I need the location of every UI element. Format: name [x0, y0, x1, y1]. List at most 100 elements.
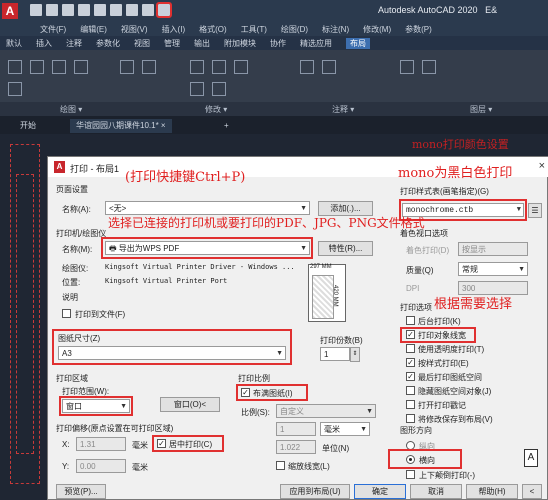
menu-item[interactable]: 标注(N) — [322, 24, 349, 35]
line-icon[interactable] — [8, 60, 22, 74]
dimension-icon[interactable] — [322, 60, 336, 74]
landscape-radio[interactable] — [406, 455, 415, 464]
plot-offset-heading: 打印偏移(原点设置在可打印区域) — [56, 424, 174, 433]
fit-paper-checkbox[interactable]: ✓ — [241, 388, 250, 397]
panel-draw[interactable]: 绘图 ▾ — [60, 104, 82, 115]
add-tab-icon[interactable]: + — [218, 119, 235, 133]
plot-option-checkbox[interactable] — [406, 344, 415, 353]
menu-item[interactable]: 格式(O) — [199, 24, 227, 35]
redo-icon[interactable] — [142, 4, 154, 16]
scale-unit-select[interactable]: 毫米 ▼ — [320, 422, 370, 436]
tab-start[interactable]: 开始 — [14, 119, 42, 133]
help-button[interactable]: 帮助(H) — [466, 484, 518, 499]
annotation-mono: mono为黑白色打印 — [398, 166, 513, 181]
center-plot-checkbox[interactable]: ✓ — [157, 439, 166, 448]
trim-icon[interactable] — [234, 60, 248, 74]
scale-mm-input[interactable]: 1 — [276, 422, 316, 436]
plot-area-heading: 打印区域 — [56, 374, 88, 383]
menu-item[interactable]: 修改(M) — [363, 24, 391, 35]
copy-icon[interactable] — [190, 82, 204, 96]
page-setup-select[interactable]: <无> ▼ — [105, 201, 310, 215]
edit-plot-style-button[interactable]: ☰ — [528, 203, 542, 218]
open-icon[interactable] — [46, 4, 58, 16]
hatch-icon[interactable] — [142, 60, 156, 74]
paper-size-select[interactable]: A3 ▼ — [58, 346, 286, 360]
ribbon-tab[interactable]: 管理 — [164, 38, 180, 49]
autocad-logo[interactable]: A — [2, 3, 18, 19]
dialog-title: 打印 - 布局1 — [70, 164, 120, 174]
print-icon[interactable] — [156, 2, 172, 18]
close-tab-icon[interactable]: × — [161, 121, 166, 130]
cloud-icon[interactable] — [110, 4, 122, 16]
paper-preview — [308, 264, 346, 322]
ribbon-tab[interactable]: 精选应用 — [300, 38, 332, 49]
scale-units-label: 单位(N) — [322, 444, 350, 453]
plot-option-checkbox[interactable]: ✓ — [406, 372, 415, 381]
offset-x-input[interactable]: 1.31 — [76, 437, 126, 451]
ribbon-tab[interactable]: 插入 — [36, 38, 52, 49]
polyline-icon[interactable] — [30, 60, 44, 74]
menu-item[interactable]: 编辑(E) — [80, 24, 107, 35]
web-icon[interactable] — [94, 4, 106, 16]
plot-option-checkbox[interactable] — [406, 386, 415, 395]
quality-label: 质量(Q) — [406, 266, 434, 275]
copies-input[interactable]: 1 — [320, 347, 350, 361]
rect-icon[interactable] — [120, 60, 134, 74]
close-icon[interactable]: × — [539, 160, 545, 172]
layer-icon[interactable] — [400, 60, 414, 74]
arc-icon[interactable] — [74, 60, 88, 74]
ribbon-tab[interactable]: 注释 — [66, 38, 82, 49]
plot-option-checkbox[interactable] — [406, 316, 415, 325]
offset-y-input[interactable]: 0.00 — [76, 459, 126, 473]
ribbon-tab[interactable]: 附加模块 — [224, 38, 256, 49]
save-icon[interactable] — [62, 4, 74, 16]
menu-item[interactable]: 参数(P) — [405, 24, 432, 35]
panel-layers[interactable]: 图层 ▾ — [470, 104, 492, 115]
ellipse-icon[interactable] — [8, 82, 22, 96]
new-icon[interactable] — [30, 4, 42, 16]
saveas-icon[interactable] — [78, 4, 90, 16]
mirror-icon[interactable] — [212, 82, 226, 96]
scale-label: 比例(S): — [241, 408, 270, 417]
ribbon-tab[interactable]: 参数化 — [96, 38, 120, 49]
apply-layout-button[interactable]: 应用到布局(U) — [280, 484, 350, 499]
menu-item[interactable]: 视图(V) — [121, 24, 148, 35]
rotate-icon[interactable] — [212, 60, 226, 74]
undo-icon[interactable] — [126, 4, 138, 16]
layer-props-icon[interactable] — [422, 60, 436, 74]
shade-plot-select[interactable]: 按显示 — [458, 242, 528, 256]
scale-lineweights-checkbox[interactable] — [276, 461, 285, 470]
tab-drawing[interactable]: 华谊园园八期课件10.1* × — [70, 119, 172, 133]
ribbon-tab[interactable]: 输出 — [194, 38, 210, 49]
circle-icon[interactable] — [52, 60, 66, 74]
properties-button[interactable]: 特性(R)... — [318, 241, 373, 256]
scale-select[interactable]: 自定义 ▼ — [276, 404, 376, 418]
upside-down-checkbox[interactable] — [406, 470, 415, 479]
quality-select[interactable]: 常规 ▼ — [458, 262, 528, 276]
preview-button[interactable]: 预览(P)... — [56, 484, 106, 499]
menu-item[interactable]: 绘图(D) — [281, 24, 308, 35]
plot-scale-heading: 打印比例 — [238, 374, 270, 383]
ok-button[interactable]: 确定 — [354, 484, 406, 499]
menu-item[interactable]: 文件(F) — [40, 24, 66, 35]
window-button[interactable]: 窗口(O)< — [160, 397, 220, 412]
ribbon-tab[interactable]: 默认 — [6, 38, 22, 49]
ribbon-tab[interactable]: 协作 — [270, 38, 286, 49]
collapse-button[interactable]: < — [522, 484, 542, 499]
panel-annotate[interactable]: 注释 ▾ — [332, 104, 354, 115]
text-icon[interactable] — [300, 60, 314, 74]
print-to-file-checkbox[interactable] — [62, 309, 71, 318]
ribbon-tab[interactable]: 视图 — [134, 38, 150, 49]
scale-units-input[interactable]: 1.022 — [276, 440, 316, 454]
cancel-button[interactable]: 取消 — [410, 484, 462, 499]
move-icon[interactable] — [190, 60, 204, 74]
menu-item[interactable]: 插入(I) — [162, 24, 186, 35]
ribbon-tab[interactable]: 布局 — [346, 37, 370, 49]
panel-modify[interactable]: 修改 ▾ — [205, 104, 227, 115]
plot-option-checkbox[interactable]: ✓ — [406, 358, 415, 367]
menu-item[interactable]: 工具(T) — [241, 24, 267, 35]
copies-spinner[interactable]: ⇕ — [350, 347, 360, 362]
shade-plot-label: 着色打印(D) — [406, 246, 450, 255]
plot-option-checkbox[interactable] — [406, 400, 415, 409]
plot-option-checkbox[interactable] — [406, 414, 415, 423]
